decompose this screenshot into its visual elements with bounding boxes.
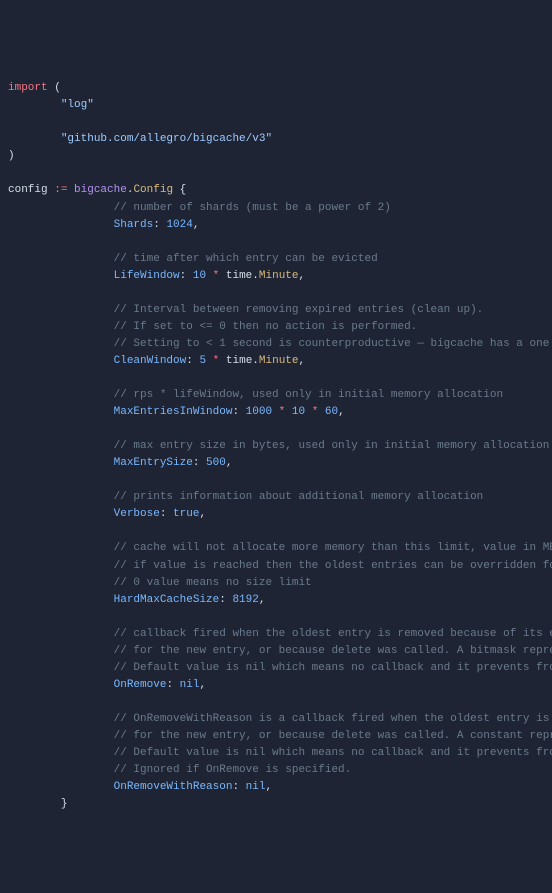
import-log: "log": [61, 99, 94, 111]
comment: // if value is reached then the oldest e…: [114, 560, 552, 572]
keyword-import: import: [8, 82, 48, 94]
field-maxentrysize: MaxEntrySize: [114, 457, 193, 469]
code-block: import ( "log" "github.com/allegro/bigca…: [8, 82, 552, 810]
field-maxentries: MaxEntriesInWindow: [114, 406, 233, 418]
comment: // Default value is nil which means no c…: [114, 747, 552, 759]
comment: // cache will not allocate more memory t…: [114, 542, 552, 554]
comment: // Interval between removing expired ent…: [114, 304, 484, 316]
field-hardmax: HardMaxCacheSize: [114, 594, 220, 606]
comment: // max entry size in bytes, used only in…: [114, 440, 550, 452]
field-onremove: OnRemove: [114, 679, 167, 691]
comment: // Ignored if OnRemove is specified.: [114, 764, 352, 776]
comment: // OnRemoveWithReason is a callback fire…: [114, 713, 552, 725]
comment: // If set to <= 0 then no action is perf…: [114, 321, 418, 333]
comment: // for the new entry, or because delete …: [114, 645, 552, 657]
field-shards: Shards: [114, 219, 154, 231]
field-lifewindow: LifeWindow: [114, 270, 180, 282]
comment: // callback fired when the oldest entry …: [114, 628, 552, 640]
field-verbose: Verbose: [114, 508, 160, 520]
comment: // rps * lifeWindow, used only in initia…: [114, 389, 503, 401]
comment: // Default value is nil which means no c…: [114, 662, 552, 674]
comment: // time after which entry can be evicted: [114, 253, 378, 265]
comment: // for the new entry, or because delete …: [114, 730, 552, 742]
comment: // 0 value means no size limit: [114, 577, 312, 589]
ident-config: config: [8, 184, 48, 196]
comment: // number of shards (must be a power of …: [114, 202, 391, 214]
field-cleanwindow: CleanWindow: [114, 355, 187, 367]
field-onremovewithreason: OnRemoveWithReason: [114, 781, 233, 793]
comment: // Setting to < 1 second is counterprodu…: [114, 338, 552, 350]
comment: // prints information about additional m…: [114, 491, 484, 503]
import-bigcache: "github.com/allegro/bigcache/v3": [61, 133, 272, 145]
